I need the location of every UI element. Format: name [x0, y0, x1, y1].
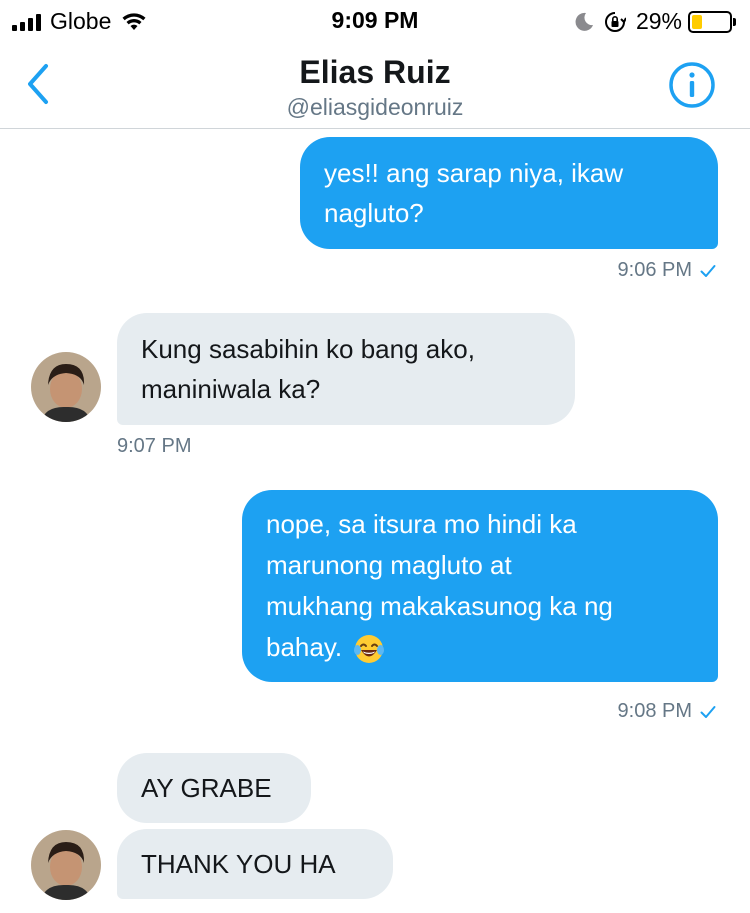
message-line: AY GRABE	[141, 773, 272, 803]
message-bubble-incoming[interactable]: Kung sasabihin ko bang ako, maniniwala k…	[117, 313, 575, 425]
info-circle-icon[interactable]	[668, 61, 716, 109]
message-line: Kung sasabihin ko bang ako,	[141, 334, 475, 364]
status-right: 29%	[574, 8, 736, 35]
message-line: nagluto?	[324, 198, 424, 228]
orientation-lock-icon	[604, 11, 626, 32]
contact-name[interactable]: Elias Ruiz	[0, 54, 750, 91]
battery-level-fill	[692, 14, 702, 29]
message-bubble-outgoing[interactable]: nope, sa itsura mo hindi ka marunong mag…	[242, 490, 718, 682]
message-line: mukhang makakasunog ka ng	[266, 591, 613, 621]
timestamp-text: 9:07 PM	[117, 435, 192, 457]
face-with-tears-of-joy-icon	[354, 635, 385, 664]
do-not-disturb-moon-icon	[575, 12, 593, 31]
status-bar: Globe 9:09 PM 29%	[0, 0, 750, 40]
contact-handle[interactable]: @eliasgideonruiz	[0, 94, 750, 121]
message-line: nope, sa itsura mo hindi ka	[266, 509, 577, 539]
message-line: THANK YOU HA	[141, 849, 336, 879]
message-timestamp: 9:08 PM	[618, 700, 716, 723]
checkmark-icon	[700, 705, 716, 718]
message-line: marunong magluto at	[266, 550, 512, 580]
conversation-header: Elias Ruiz @eliasgideonruiz	[0, 40, 750, 129]
message-timestamp: 9:06 PM	[618, 259, 716, 282]
message-line: bahay.	[266, 627, 694, 668]
battery-percent: 29%	[635, 8, 682, 34]
message-bubble-incoming[interactable]: THANK YOU HA	[117, 829, 393, 899]
battery-icon	[688, 10, 732, 33]
timestamp-text: 9:08 PM	[617, 700, 692, 722]
battery-tip	[733, 17, 736, 26]
timestamp-text: 9:06 PM	[617, 259, 692, 281]
avatar[interactable]	[31, 830, 101, 900]
message-text: bahay.	[266, 632, 343, 662]
checkmark-icon	[700, 264, 716, 277]
message-line: maniniwala ka?	[141, 374, 321, 404]
message-bubble-outgoing[interactable]: yes!! ang sarap niya, ikaw nagluto?	[300, 137, 718, 249]
message-bubble-incoming[interactable]: AY GRABE	[117, 753, 311, 823]
message-line: yes!! ang sarap niya, ikaw	[324, 158, 624, 188]
avatar[interactable]	[31, 352, 101, 422]
message-timestamp: 9:07 PM	[117, 435, 191, 458]
